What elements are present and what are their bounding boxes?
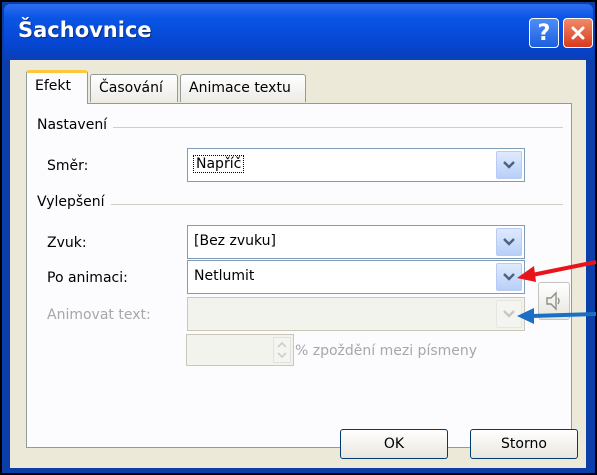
dialog-body: Efekt Časování Animace textu Nastavení S… (10, 60, 586, 468)
delay-suffix-label: % zpoždění mezi písmeny (295, 343, 478, 359)
spinner-arrows-icon (277, 341, 287, 359)
close-button[interactable] (563, 18, 593, 48)
dialog-window: Šachovnice ? Efekt Časování Animace text… (0, 0, 597, 475)
close-icon (571, 26, 585, 40)
tab-panel: Nastavení Směr: Napříč Vylepšení Zvuk: [… (26, 103, 572, 448)
cancel-button[interactable]: Storno (470, 429, 578, 459)
group-divider (37, 204, 563, 205)
ok-button[interactable]: OK (340, 429, 448, 459)
sound-dropdown-button[interactable] (496, 228, 522, 256)
animate-text-label: Animovat text: (47, 307, 151, 323)
title-bar[interactable]: Šachovnice ? (4, 4, 593, 60)
spinner-buttons[interactable] (273, 337, 291, 363)
after-animation-label: Po animaci: (47, 270, 128, 286)
direction-value: Napříč (192, 155, 245, 173)
chevron-down-icon (503, 238, 515, 246)
sound-select[interactable]: [Bez zvuku] (187, 225, 525, 259)
tab-efekt[interactable]: Efekt (26, 70, 88, 104)
direction-select[interactable]: Napříč (187, 148, 525, 182)
direction-dropdown-button[interactable] (496, 151, 522, 179)
red-arrow-annotation (517, 260, 597, 282)
after-animation-value: Netlumit (194, 268, 255, 284)
after-animation-select[interactable]: Netlumit (187, 260, 525, 294)
letter-delay-spinner[interactable] (186, 334, 294, 366)
animate-text-select[interactable] (187, 297, 525, 331)
help-button[interactable]: ? (529, 18, 559, 48)
chevron-down-icon (503, 161, 515, 169)
direction-label: Směr: (47, 158, 89, 174)
group-divider (37, 127, 563, 128)
enhancements-group-label: Vylepšení (37, 194, 111, 210)
sound-value: [Bez zvuku] (194, 233, 276, 249)
tab-animace-textu[interactable]: Animace textu (180, 74, 306, 102)
sound-label: Zvuk: (47, 235, 87, 251)
blue-arrow-annotation (517, 308, 597, 324)
settings-group-label: Nastavení (37, 117, 114, 133)
tab-casovani[interactable]: Časování (90, 74, 178, 102)
dialog-title: Šachovnice (18, 18, 152, 42)
